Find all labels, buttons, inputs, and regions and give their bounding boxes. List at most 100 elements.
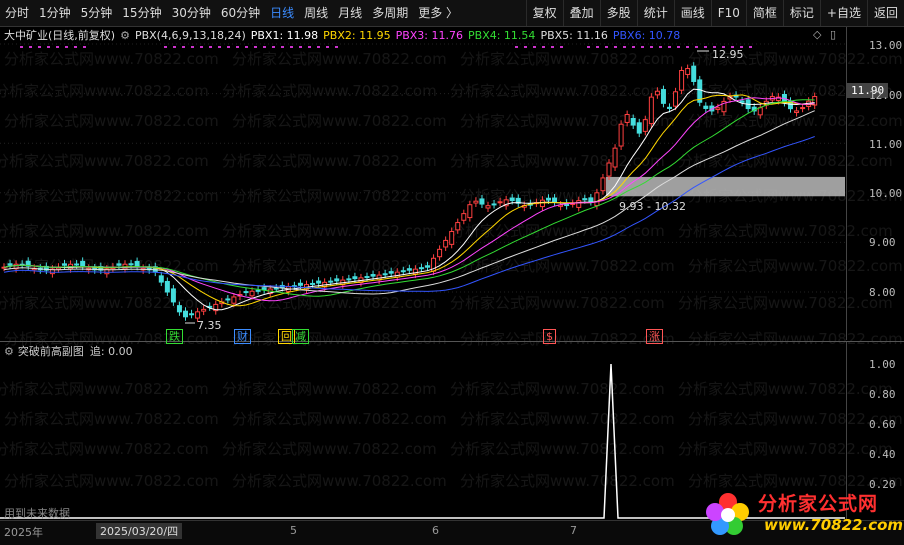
series-label-3: PBX3: 11.76	[395, 28, 464, 42]
period-tab-5[interactable]: 60分钟	[216, 0, 265, 26]
candle-body	[116, 263, 122, 266]
event-marker-5[interactable]: 涨	[646, 329, 663, 344]
candle-body	[400, 270, 406, 273]
price-tick-0: 13.00	[869, 39, 903, 52]
period-tab-9[interactable]: 多周期	[367, 0, 413, 26]
candle-body	[255, 289, 261, 292]
candle-body	[62, 263, 67, 266]
toolbar-button-3[interactable]: 统计	[636, 0, 674, 26]
indicator-infobar: 大中矿业(日线,前复权) ⚙ PBX(4,6,9,13,18,24) PBX1:…	[0, 27, 845, 43]
candle-body	[370, 274, 376, 277]
event-marker-1[interactable]: 财	[234, 329, 251, 344]
flower-icon	[706, 493, 749, 535]
sub-infobar: ⚙ 突破前高副图 追: 0.00	[0, 343, 133, 359]
toolbar-button-6[interactable]: 简框	[745, 0, 783, 26]
toolbar-button-1[interactable]: 叠加	[562, 0, 600, 26]
series-label-2: PBX2: 11.95	[323, 28, 391, 42]
candle-body	[134, 261, 140, 267]
candle-body	[183, 310, 188, 318]
candle-body	[467, 204, 473, 219]
candle-body	[667, 106, 672, 109]
toolbar-button-5[interactable]: F10	[710, 0, 746, 26]
month-label-2: 7	[570, 524, 577, 537]
sub-tick-0: 1.00	[869, 358, 896, 371]
candle-body	[225, 298, 231, 301]
candle-body	[612, 147, 618, 168]
candle-body	[794, 110, 800, 114]
candle-body	[673, 91, 679, 107]
candle-body	[715, 107, 721, 110]
candle-body	[552, 197, 558, 203]
price-axis: 11.90 13.00 12.00 11.00 10.00 9.00 8.00	[846, 27, 904, 340]
candle-body	[328, 280, 334, 283]
range-label: 9.93 - 10.32	[619, 200, 686, 213]
candle-body	[703, 105, 709, 109]
low-price-label: 7.35	[197, 319, 222, 332]
candle-body	[249, 290, 255, 297]
settings-icon-sub[interactable]: ⚙	[4, 345, 14, 358]
toolbar-button-0[interactable]: 复权	[525, 0, 563, 26]
candle-body	[606, 162, 612, 177]
sub-tick-1: 0.80	[869, 388, 896, 401]
site-logo: 分析家公式网 www.70822.com	[700, 486, 903, 542]
price-tick-1: 12.00	[869, 89, 903, 102]
logo-title: 分析家公式网	[758, 493, 879, 515]
main-chart[interactable]: 12.95 7.35 9.93 - 10.32	[0, 27, 845, 340]
candle-body	[660, 89, 666, 104]
candle-body	[316, 280, 322, 284]
candle-body	[425, 265, 430, 268]
candle-body	[546, 197, 551, 201]
candle-body	[588, 197, 594, 203]
period-tab-4[interactable]: 30分钟	[167, 0, 216, 26]
candle-body	[7, 263, 13, 266]
toolbar-button-4[interactable]: 画线	[673, 0, 711, 26]
period-tab-0[interactable]: 分时	[0, 0, 34, 26]
price-tick-4: 9.00	[869, 236, 896, 249]
date-label: 2025/03/20/四	[96, 523, 183, 539]
event-marker-4[interactable]: $	[543, 329, 556, 344]
candle-body	[800, 107, 806, 110]
candle-body	[691, 65, 697, 82]
candle-body	[195, 311, 201, 319]
candle-body	[497, 201, 503, 204]
candle-body	[243, 291, 249, 294]
candle-body	[164, 280, 170, 293]
candle-body	[418, 267, 424, 270]
candle-body	[201, 308, 207, 312]
candle-body	[364, 276, 370, 279]
candle-body	[310, 282, 316, 285]
diamond-icon[interactable]: ◇	[813, 28, 821, 41]
candle-body	[80, 260, 86, 267]
candle-body	[74, 263, 80, 266]
toolbar-button-2[interactable]: 多股	[599, 0, 637, 26]
period-tab-8[interactable]: 月线	[333, 0, 367, 26]
toolbar-button-8[interactable]: +自选	[819, 0, 867, 26]
period-tab-1[interactable]: 1分钟	[34, 0, 76, 26]
month-label-1: 6	[432, 524, 439, 537]
candle-body	[261, 287, 267, 291]
indicator-name[interactable]: PBX(4,6,9,13,18,24)	[135, 29, 246, 42]
event-marker-0[interactable]: 跌	[166, 329, 183, 344]
period-tab-6[interactable]: 日线	[265, 0, 299, 26]
settings-icon[interactable]: ⚙	[120, 29, 130, 42]
candle-body	[679, 70, 685, 91]
period-tab-10[interactable]: 更多 〉	[413, 0, 463, 26]
candle-body	[334, 278, 340, 282]
period-tab-7[interactable]: 周线	[299, 0, 333, 26]
price-tick-5: 8.00	[869, 286, 896, 299]
future-data-note: 用到未来数据	[4, 507, 70, 520]
sub-title: 突破前高副图	[17, 345, 84, 358]
candle-body	[449, 230, 455, 245]
month-label-0: 5	[290, 524, 297, 537]
toolbar-button-9[interactable]: 返回	[866, 0, 904, 26]
panel-icon[interactable]: ▯	[830, 28, 836, 41]
period-tab-3[interactable]: 15分钟	[117, 0, 166, 26]
event-marker-3[interactable]: 减	[292, 329, 309, 344]
sub-tick-2: 0.60	[869, 418, 896, 431]
toolbar-button-7[interactable]: 标记	[782, 0, 820, 26]
candle-body	[485, 205, 491, 209]
period-tab-2[interactable]: 5分钟	[76, 0, 118, 26]
candle-body	[170, 288, 176, 303]
pbx-line-2	[3, 94, 815, 307]
candle-body	[297, 282, 303, 286]
